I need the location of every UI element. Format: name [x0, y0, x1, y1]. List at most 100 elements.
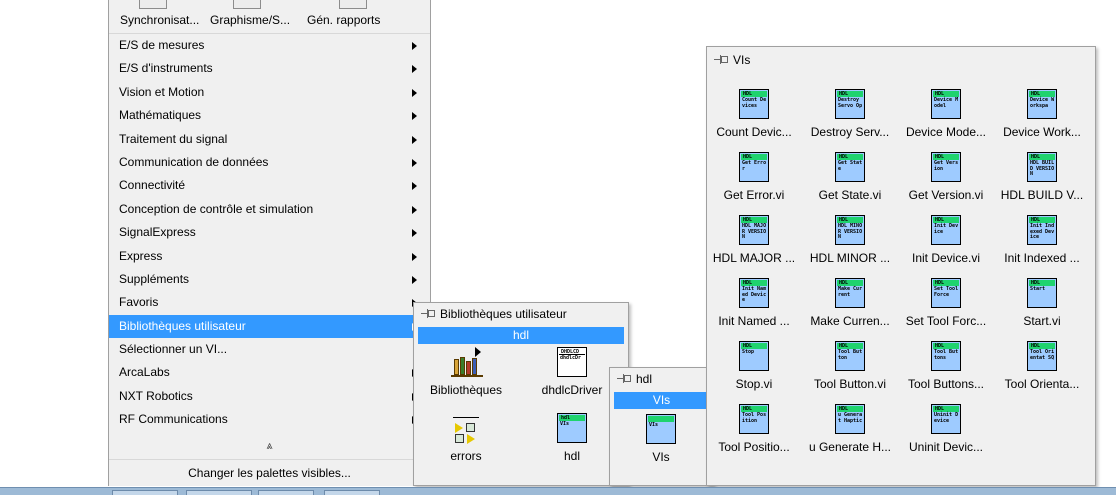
- menu-item-supplements[interactable]: Suppléments: [109, 268, 430, 291]
- vi-tile[interactable]: HDL Set Tool Force Set Tool Forc...: [898, 278, 994, 328]
- menu-item-label: ArcaLabs: [119, 365, 170, 380]
- vi-tile[interactable]: HDL Init Named Device Init Named ...: [706, 278, 802, 328]
- vi-tile[interactable]: HDL HDL MAJOR VERSION HDL MAJOR ...: [706, 215, 802, 265]
- vi-icon: HDL Tool Position: [739, 404, 769, 434]
- tile-bibliotheques[interactable]: Bibliothèques: [416, 347, 516, 397]
- change-visible-palettes-button[interactable]: Changer les palettes visibles...: [109, 459, 430, 485]
- menu-item-label: E/S de mesures: [119, 38, 205, 52]
- submenu-arrow-icon: [412, 135, 417, 144]
- vi-tile[interactable]: HDL Count Devices Count Devic...: [706, 89, 802, 139]
- category-label: Synchronisat...: [120, 13, 200, 27]
- menu-item-arcalabs[interactable]: ArcaLabs: [109, 361, 430, 384]
- tile-errors[interactable]: errors: [416, 413, 516, 463]
- vi-label: Stop.vi: [735, 377, 773, 391]
- tile-hdl[interactable]: hdl VIs hdl: [522, 413, 622, 463]
- vi-tile[interactable]: HDL Tool Buttons Tool Buttons...: [898, 341, 994, 391]
- expand-palette-icon[interactable]: ⩓: [109, 440, 430, 453]
- vi-tile[interactable]: HDL Tool Button Tool Button.vi: [802, 341, 898, 391]
- menu-item-label: Suppléments: [119, 271, 190, 286]
- category-synchronisation[interactable]: Synchronisat...: [109, 0, 203, 34]
- tile-vis[interactable]: VIs VIs: [612, 414, 710, 464]
- taskbar-button[interactable]: [258, 490, 314, 495]
- category-rapports[interactable]: Gén. rapports: [299, 0, 409, 34]
- hdl-title: hdl: [610, 368, 713, 390]
- vi-icon: HDL HDL MINOR VERSION: [835, 215, 865, 245]
- menu-item-favoris[interactable]: Favoris: [109, 291, 430, 314]
- vi-label: Tool Buttons...: [907, 377, 985, 391]
- menu-item-label: Express: [119, 248, 163, 263]
- menu-item-es-instruments[interactable]: E/S d'instruments: [109, 57, 430, 80]
- menu-item-conception-controle[interactable]: Conception de contrôle et simulation: [109, 198, 430, 221]
- tile-dhdlcdriver[interactable]: DHDLCD dhdlcDr dhdlcDriver: [522, 347, 622, 397]
- menu-item-bibliotheques-utilisateur[interactable]: Bibliothèques utilisateur: [109, 314, 430, 339]
- user-libraries-selected-bar[interactable]: hdl: [418, 327, 624, 344]
- vis-title: VIs: [707, 49, 1095, 71]
- submenu-arrow-icon: [412, 42, 417, 50]
- category-label: Graphisme/S...: [210, 13, 291, 27]
- vi-tile[interactable]: HDL Make Current Make Curren...: [802, 278, 898, 328]
- taskbar-button[interactable]: [186, 490, 252, 495]
- vi-tile[interactable]: HDL Get Error Get Error.vi: [706, 152, 802, 202]
- vi-icon: HDL Device Workspa: [1027, 89, 1057, 119]
- vi-label: Get State.vi: [818, 188, 882, 202]
- vi-label: Init Indexed ...: [1004, 251, 1080, 265]
- tile-label: dhdlcDriver: [541, 383, 603, 397]
- pin-icon[interactable]: [714, 54, 728, 66]
- vi-label: Init Device.vi: [911, 251, 981, 265]
- menu-item-rf-communications[interactable]: RF Communications: [109, 408, 430, 431]
- menu-item-label: SignalExpress: [119, 225, 196, 240]
- vi-icon: HDL Get Version: [931, 152, 961, 182]
- vi-tile[interactable]: HDL Device Workspa Device Work...: [994, 89, 1090, 139]
- vi-label: Device Mode...: [905, 125, 987, 139]
- vi-tile[interactable]: HDL Init Device Init Device.vi: [898, 215, 994, 265]
- menu-item-vision-motion[interactable]: Vision et Motion: [109, 81, 430, 104]
- vi-tile[interactable]: HDL u Generat Haptic u Generate H...: [802, 404, 898, 454]
- category-graphisme[interactable]: Graphisme/S...: [203, 0, 299, 34]
- vi-icon: HDL Get Error: [739, 152, 769, 182]
- tile-label: VIs: [652, 450, 670, 464]
- vi-tile[interactable]: HDL Destroy Servo Op Destroy Serv...: [802, 89, 898, 139]
- vi-tile[interactable]: HDL Tool Position Tool Positio...: [706, 404, 802, 454]
- taskbar-button[interactable]: [112, 490, 178, 495]
- dhdlcdriver-icon: DHDLCD dhdlcDr: [557, 347, 587, 377]
- vi-tile[interactable]: HDL HDL BUILD VERSION HDL BUILD V...: [994, 152, 1090, 202]
- vi-icon: HDL Init Indexed Device: [1027, 215, 1057, 245]
- menu-item-selectionner-vi[interactable]: Sélectionner un VI...: [109, 338, 430, 361]
- synchronisation-icon: [139, 0, 167, 9]
- menu-item-label: NXT Robotics: [119, 388, 193, 403]
- vi-tile[interactable]: HDL HDL MINOR VERSION HDL MINOR ...: [802, 215, 898, 265]
- vi-tile[interactable]: HDL Get State Get State.vi: [802, 152, 898, 202]
- vi-label: HDL MAJOR ...: [712, 251, 796, 265]
- hdl-selected-bar[interactable]: VIs: [614, 392, 709, 409]
- vi-icon: HDL Tool Orientat SQ: [1027, 341, 1057, 371]
- pin-icon[interactable]: [617, 373, 631, 385]
- vi-tile[interactable]: HDL Get Version Get Version.vi: [898, 152, 994, 202]
- menu-item-communication-donnees[interactable]: Communication de données: [109, 151, 430, 174]
- vi-tile[interactable]: HDL Stop Stop.vi: [706, 341, 802, 391]
- vi-icon: HDL HDL BUILD VERSION: [1027, 152, 1057, 182]
- vi-icon: HDL Count Devices: [739, 89, 769, 119]
- pin-icon[interactable]: [421, 308, 435, 320]
- vi-label: Get Version.vi: [908, 188, 984, 202]
- taskbar-button[interactable]: [324, 490, 380, 495]
- menu-item-nxt-robotics[interactable]: NXT Robotics: [109, 385, 430, 408]
- vi-tile[interactable]: HDL Start Start.vi: [994, 278, 1090, 328]
- palette-title-text: Bibliothèques utilisateur: [440, 307, 567, 321]
- tile-label: errors: [450, 449, 482, 463]
- vi-icon: HDL HDL MAJOR VERSION: [739, 215, 769, 245]
- vi-label: Init Named ...: [718, 314, 790, 328]
- menu-item-label: Communication de données: [119, 154, 269, 169]
- menu-item-mathematiques[interactable]: Mathématiques: [109, 104, 430, 127]
- palette-menu: E/S de mesures E/S d'instruments Vision …: [109, 34, 430, 432]
- menu-item-traitement-signal[interactable]: Traitement du signal: [109, 128, 430, 151]
- menu-item-label: E/S d'instruments: [119, 61, 213, 76]
- menu-item-signalexpress[interactable]: SignalExpress: [109, 221, 430, 244]
- menu-item-es-mesures[interactable]: E/S de mesures: [109, 34, 430, 57]
- hdl-palette: hdl VIs VIs VIs: [609, 367, 714, 486]
- vi-tile[interactable]: HDL Uninit Device Uninit Devic...: [898, 404, 994, 454]
- vi-tile[interactable]: HDL Device Model Device Mode...: [898, 89, 994, 139]
- menu-item-express[interactable]: Express: [109, 245, 430, 268]
- vi-tile[interactable]: HDL Init Indexed Device Init Indexed ...: [994, 215, 1090, 265]
- menu-item-connectivite[interactable]: Connectivité: [109, 174, 430, 197]
- vi-tile[interactable]: HDL Tool Orientat SQ Tool Orienta...: [994, 341, 1090, 391]
